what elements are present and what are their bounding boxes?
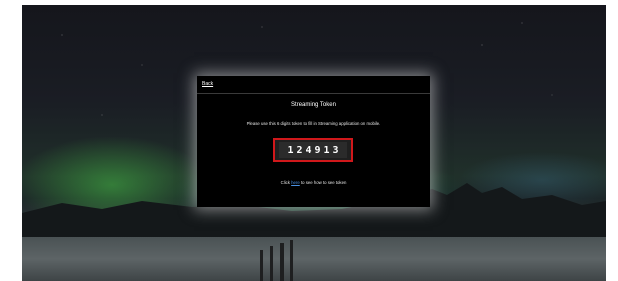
help-line: Click here to see how to see token: [197, 180, 430, 185]
dock-post: [290, 240, 293, 281]
token-display: 124913: [273, 138, 353, 162]
streaming-token-dialog: Back Streaming Token Please use this 6 d…: [197, 76, 430, 207]
dock-post: [260, 250, 263, 281]
token-value: 124913: [287, 144, 342, 156]
token-field: 124913: [279, 142, 347, 158]
help-link[interactable]: here: [291, 180, 300, 185]
back-link[interactable]: Back: [202, 81, 213, 87]
dialog-description: Please use this 6 digits token to fill i…: [246, 121, 381, 126]
help-suffix: to see how to see token: [300, 180, 347, 185]
header-divider: [197, 93, 430, 94]
dock-post: [270, 246, 273, 281]
help-prefix: Click: [280, 180, 290, 185]
dialog-title: Streaming Token: [291, 102, 336, 108]
lake-water: [22, 237, 606, 281]
dock-post: [280, 243, 284, 281]
